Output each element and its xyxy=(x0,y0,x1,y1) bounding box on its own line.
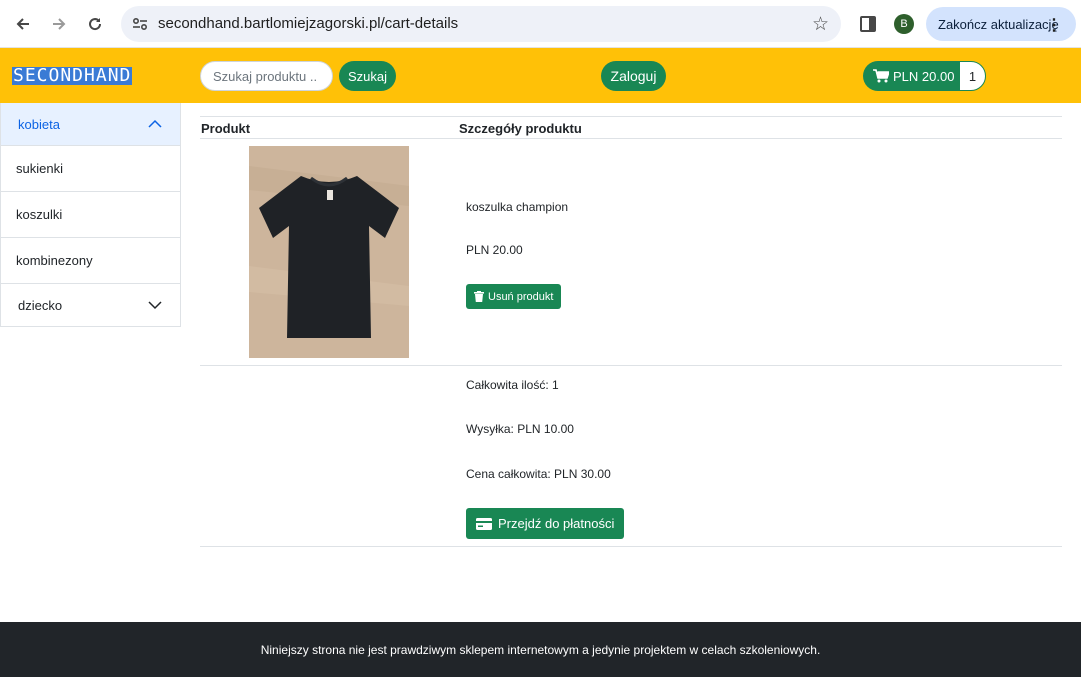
accordion-label: kobieta xyxy=(18,116,60,132)
accordion-kobieta[interactable]: kobieta xyxy=(1,103,180,146)
category-sidebar: kobieta sukienki koszulki kombinezony dz… xyxy=(0,103,181,327)
side-panel-icon[interactable] xyxy=(860,16,876,32)
checkout-button[interactable]: Przejdź do płatności xyxy=(466,508,625,539)
column-header-details: Szczegóły produktu xyxy=(459,121,582,136)
shipping-cost: Wysyłka: PLN 10.00 xyxy=(466,422,574,436)
profile-avatar[interactable]: B xyxy=(894,14,914,34)
total-price: Cena całkowita: PLN 30.00 xyxy=(466,467,611,481)
forward-arrow-icon[interactable] xyxy=(44,9,74,39)
cart-button-group[interactable]: PLN 20.00 1 xyxy=(863,61,986,91)
login-button[interactable]: Zaloguj xyxy=(601,61,666,91)
accordion-dziecko[interactable]: dziecko xyxy=(1,284,180,327)
bookmark-star-icon[interactable]: ☆ xyxy=(812,13,829,36)
credit-card-icon xyxy=(476,517,492,530)
kebab-menu-icon[interactable]: ⋮ xyxy=(1046,15,1062,35)
chevron-down-icon xyxy=(148,301,162,310)
url-text: secondhand.bartlomiejzagorski.pl/cart-de… xyxy=(158,15,459,32)
browser-toolbar: secondhand.bartlomiejzagorski.pl/cart-de… xyxy=(0,0,1081,48)
update-button-label: Zakończ aktualizację xyxy=(938,16,1059,32)
category-item-koszulki[interactable]: koszulki xyxy=(1,192,180,238)
update-button[interactable]: Zakończ aktualizację ⋮ xyxy=(926,7,1076,41)
back-arrow-icon[interactable] xyxy=(8,9,38,39)
accordion-label: dziecko xyxy=(18,298,63,313)
cart-button[interactable]: PLN 20.00 xyxy=(863,61,959,91)
remove-product-button[interactable]: Usuń produkt xyxy=(466,284,562,309)
cart-count-badge: 1 xyxy=(959,61,986,91)
search-input[interactable] xyxy=(200,61,333,91)
product-image[interactable] xyxy=(249,146,409,358)
cart-icon xyxy=(873,69,889,83)
cart-total: PLN 20.00 xyxy=(893,68,955,84)
reload-icon[interactable] xyxy=(80,9,110,39)
search-button[interactable]: Szukaj xyxy=(339,61,396,91)
remove-product-label: Usuń produkt xyxy=(488,290,554,303)
product-price: PLN 20.00 xyxy=(466,243,523,257)
category-item-sukienki[interactable]: sukienki xyxy=(1,146,180,192)
row-divider xyxy=(200,546,1062,547)
site-logo[interactable]: SECONDHAND xyxy=(12,67,133,85)
column-header-product: Produkt xyxy=(201,121,251,136)
site-footer: Niniejszy strona nie jest prawdziwym skl… xyxy=(0,622,1081,677)
row-divider xyxy=(200,365,1062,366)
product-name: koszulka champion xyxy=(466,200,569,214)
trash-icon xyxy=(474,291,484,302)
total-quantity: Całkowita ilość: 1 xyxy=(466,378,559,392)
chevron-up-icon xyxy=(148,119,162,128)
table-header: Produkt Szczegóły produktu xyxy=(200,116,1062,139)
footer-text: Niniejszy strona nie jest prawdziwym skl… xyxy=(260,642,821,657)
site-settings-icon[interactable] xyxy=(131,15,149,33)
address-bar[interactable]: secondhand.bartlomiejzagorski.pl/cart-de… xyxy=(121,6,841,42)
site-header: SECONDHAND Szukaj Zaloguj PLN 20.00 1 xyxy=(0,48,1081,103)
checkout-label: Przejdź do płatności xyxy=(498,516,615,531)
category-item-kombinezony[interactable]: kombinezony xyxy=(1,238,180,284)
